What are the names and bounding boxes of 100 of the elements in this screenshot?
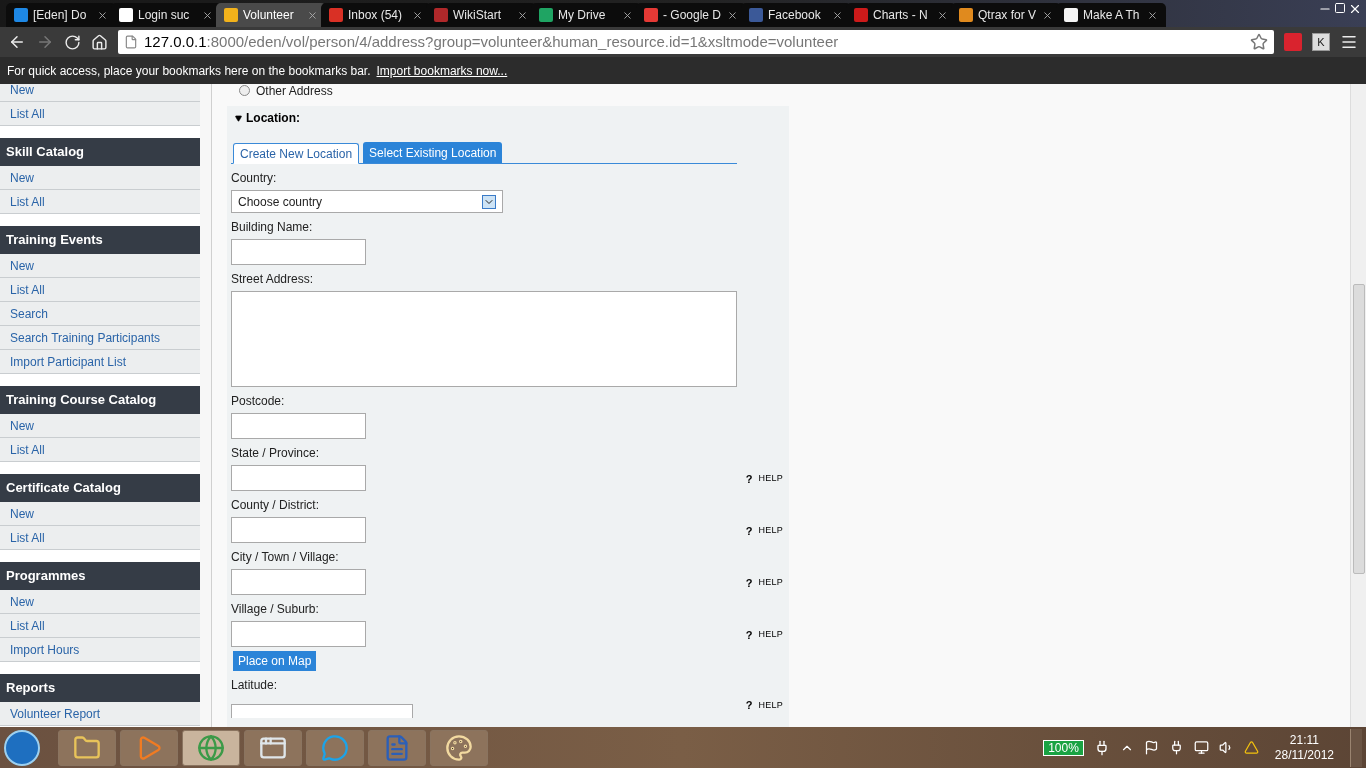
flag-icon[interactable] [1143, 740, 1159, 755]
sidebar-heading: Training Events [0, 226, 200, 254]
sidebar-item[interactable]: List All [0, 102, 200, 126]
maximize-icon[interactable] [1334, 2, 1346, 14]
sidebar-item[interactable]: Search Training Participants [0, 326, 200, 350]
location-tab[interactable]: Create New Location [233, 143, 360, 164]
star-icon[interactable] [1250, 33, 1268, 51]
sidebar-heading: Certificate Catalog [0, 474, 200, 502]
help-icon[interactable]: ? [745, 470, 753, 487]
close-icon[interactable] [832, 9, 843, 21]
taskbar-button[interactable] [58, 729, 116, 766]
tab-title: Charts - N [873, 7, 929, 24]
sidebar-item[interactable]: List All [0, 614, 200, 638]
input-field[interactable] [231, 239, 366, 265]
close-icon[interactable] [202, 9, 213, 21]
place-on-map-button[interactable]: Place on Map [233, 651, 317, 671]
scrollbar[interactable] [1350, 84, 1366, 727]
clock-time: 21:11 [1289, 732, 1319, 748]
tab-title: My Drive [558, 7, 607, 24]
address-bar[interactable]: 127.0.0.1:8000/eden/vol/person/4/address?group=volunteer&human_resource.id=1&xsltmode=volunteer [118, 30, 1274, 54]
page-icon [124, 35, 138, 49]
menu-icon[interactable] [1340, 33, 1358, 51]
sidebar-item[interactable]: Import Hours [0, 638, 200, 662]
input-field[interactable] [231, 569, 366, 595]
sidebar-item[interactable]: New [0, 254, 200, 278]
sidebar-item[interactable]: List All [0, 190, 200, 214]
collapse-triangle-icon[interactable] [235, 114, 242, 122]
taskbar-button[interactable] [244, 729, 302, 766]
tab-title: Make A Th [1083, 7, 1141, 24]
globe-icon [197, 733, 225, 762]
folder-icon [73, 733, 101, 762]
field-label: Street Address: [231, 271, 315, 288]
field-label: County / District: [231, 497, 321, 514]
close-icon[interactable] [622, 9, 633, 21]
help-icon[interactable]: ? [745, 697, 753, 714]
import-bookmarks-link[interactable]: Import bookmarks now... [376, 61, 508, 80]
taskbar-button[interactable] [182, 729, 240, 766]
help-icon[interactable]: ? [745, 574, 753, 591]
location-tab[interactable]: Select Existing Location [363, 142, 503, 163]
radio-button[interactable] [239, 85, 250, 96]
input-field[interactable] [231, 703, 413, 718]
sidebar-item[interactable]: List All [0, 278, 200, 302]
close-icon[interactable] [1147, 9, 1158, 21]
extension-button[interactable]: K [1312, 33, 1330, 51]
forward-icon[interactable] [36, 33, 54, 51]
taskbar-button[interactable] [430, 729, 488, 766]
browser-tab[interactable]: Make A Th [1056, 3, 1166, 27]
close-icon[interactable] [97, 9, 108, 21]
input-field[interactable] [231, 465, 366, 491]
sidebar-item[interactable]: List All [0, 526, 200, 550]
sidebar-heading: Skill Catalog [0, 138, 200, 166]
sidebar-item[interactable]: New [0, 166, 200, 190]
sidebar-heading: Reports [0, 674, 200, 702]
close-icon[interactable] [1042, 9, 1053, 21]
sidebar-item[interactable]: Import Participant List [0, 350, 200, 374]
sidebar-item[interactable]: Volunteer Report [0, 702, 200, 726]
input-field[interactable] [231, 413, 366, 439]
start-orb-icon[interactable] [4, 729, 40, 766]
tab-title: Facebook [768, 7, 822, 24]
reload-icon[interactable] [64, 33, 81, 51]
show-desktop-button[interactable] [1350, 728, 1362, 767]
network-icon[interactable] [1193, 740, 1209, 755]
sidebar-item[interactable]: Search [0, 302, 200, 326]
help-link[interactable]: HELP [758, 576, 783, 590]
help-link[interactable]: HELP [758, 524, 783, 538]
sidebar-item[interactable]: New [0, 414, 200, 438]
clock-date: 28/11/2012 [1274, 747, 1334, 763]
tab-title: Qtrax for V [978, 7, 1037, 24]
close-icon[interactable] [937, 9, 948, 21]
field-label: Postcode: [231, 393, 286, 410]
close-icon[interactable] [412, 9, 423, 21]
country-select[interactable]: Choose country [231, 190, 503, 213]
close-icon[interactable] [1348, 2, 1362, 16]
help-link[interactable]: HELP [758, 472, 783, 486]
field-label: Country: [231, 170, 278, 187]
section-title: Location: [246, 110, 300, 127]
help-link[interactable]: HELP [758, 628, 783, 642]
back-icon[interactable] [8, 33, 26, 51]
sidebar-heading: Programmes [0, 562, 200, 590]
radio-label: Other Address [256, 84, 333, 100]
tab-title: WikiStart [453, 7, 502, 24]
sidebar-item[interactable]: List All [0, 438, 200, 462]
tab-title: Volunteer [243, 7, 295, 24]
help-link[interactable]: HELP [758, 698, 783, 712]
sidebar-item[interactable]: New [0, 84, 200, 102]
battery-indicator: 100% [1043, 739, 1084, 756]
help-icon[interactable]: ? [745, 522, 753, 539]
field-label: City / Town / Village: [231, 549, 340, 566]
taskbar-button[interactable] [120, 729, 178, 766]
close-icon[interactable] [727, 9, 738, 21]
input-field[interactable] [231, 517, 366, 543]
home-icon[interactable] [91, 33, 108, 51]
field-label: Village / Suburb: [231, 601, 320, 618]
input-field[interactable] [231, 621, 366, 647]
help-icon[interactable]: ? [745, 626, 753, 643]
sidebar-item[interactable]: New [0, 502, 200, 526]
tab-title: Login suc [138, 7, 191, 24]
field-label: Building Name: [231, 219, 314, 236]
close-icon[interactable] [517, 9, 528, 21]
sidebar-item[interactable]: New [0, 590, 200, 614]
